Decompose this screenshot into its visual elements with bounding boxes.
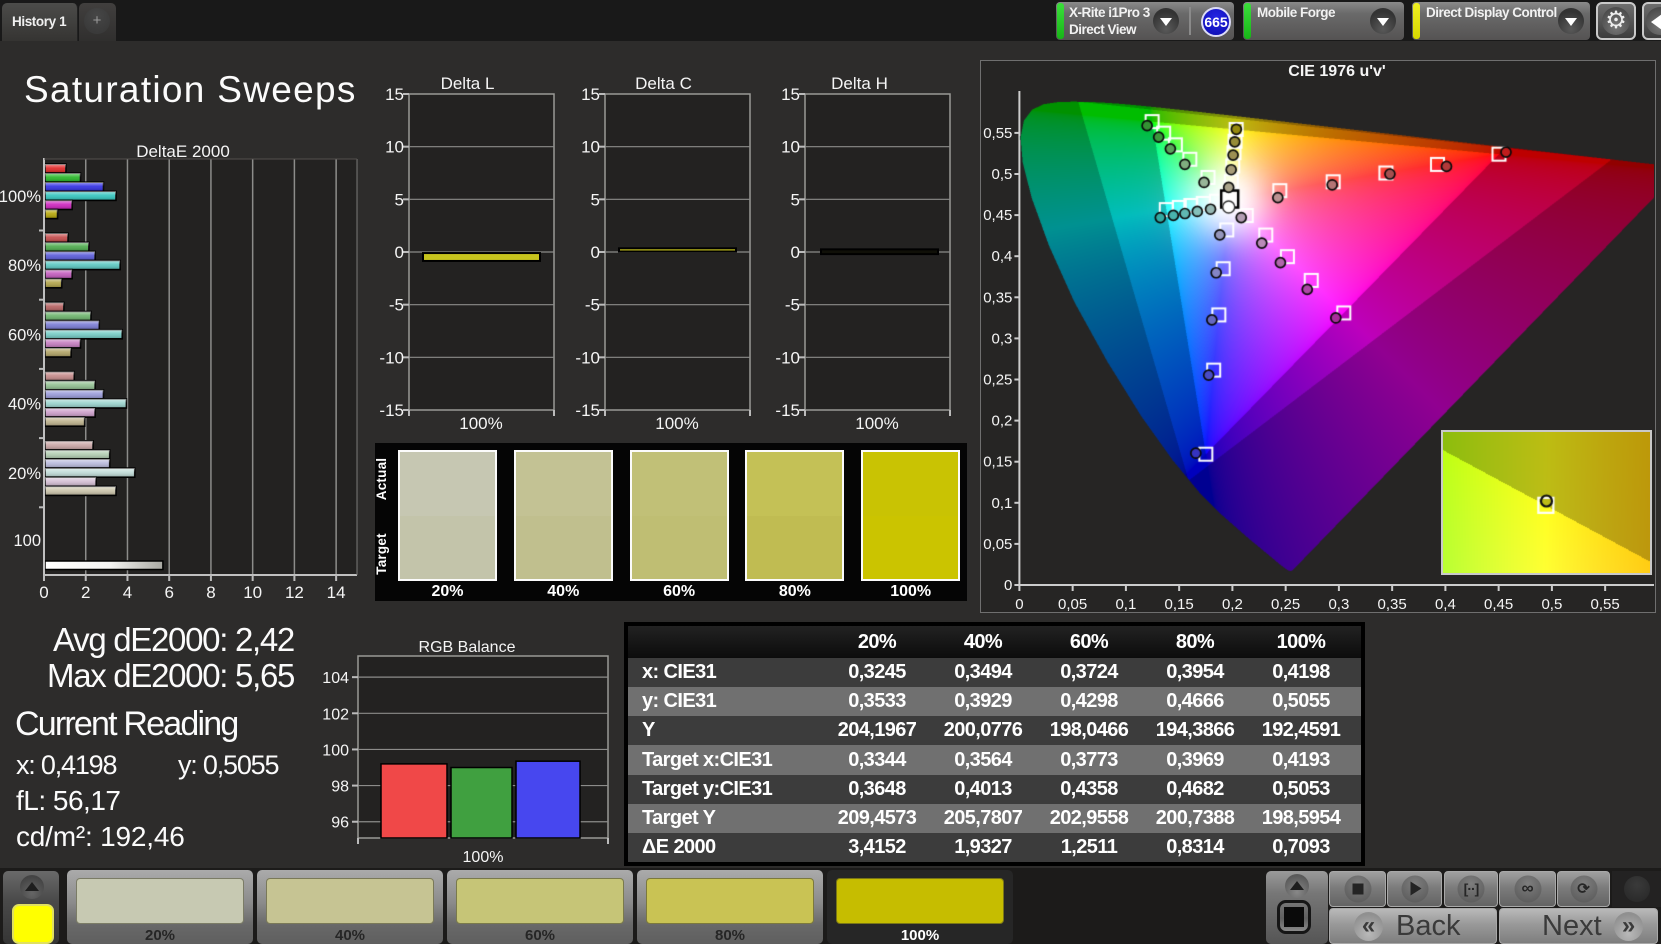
svg-text:40%: 40%: [8, 396, 41, 414]
svg-text:0,4: 0,4: [1435, 596, 1456, 613]
svg-text:0,55: 0,55: [1591, 596, 1620, 613]
svg-text:100%: 100%: [655, 414, 698, 433]
svg-text:8: 8: [206, 583, 215, 602]
svg-text:100%: 100%: [459, 414, 502, 433]
svg-text:100: 100: [13, 532, 41, 550]
svg-text:0: 0: [1015, 596, 1023, 613]
svg-text:0,2: 0,2: [992, 413, 1013, 430]
svg-text:0,35: 0,35: [983, 289, 1012, 306]
svg-text:0,45: 0,45: [1484, 596, 1513, 613]
svg-text:6: 6: [164, 583, 173, 602]
svg-text:0,3: 0,3: [992, 330, 1013, 347]
svg-text:10: 10: [581, 138, 600, 157]
svg-text:0,3: 0,3: [1328, 596, 1349, 613]
svg-text:-10: -10: [775, 348, 800, 367]
svg-text:10: 10: [243, 583, 262, 602]
svg-text:100%: 100%: [0, 188, 41, 206]
svg-text:-15: -15: [775, 401, 800, 420]
svg-text:2: 2: [81, 583, 90, 602]
svg-text:0,05: 0,05: [983, 536, 1012, 553]
svg-text:80%: 80%: [8, 257, 41, 275]
svg-text:0,45: 0,45: [983, 207, 1012, 224]
svg-text:20%: 20%: [8, 465, 41, 483]
svg-text:0: 0: [1004, 577, 1012, 594]
svg-text:96: 96: [331, 815, 349, 832]
svg-text:0,2: 0,2: [1222, 596, 1243, 613]
svg-text:0,35: 0,35: [1378, 596, 1407, 613]
svg-text:5: 5: [395, 190, 404, 209]
svg-text:10: 10: [781, 138, 800, 157]
svg-text:0,25: 0,25: [983, 372, 1012, 389]
svg-text:100: 100: [322, 742, 349, 759]
svg-text:0: 0: [39, 583, 48, 602]
svg-text:-10: -10: [575, 348, 600, 367]
svg-text:-10: -10: [380, 348, 404, 367]
svg-text:-5: -5: [585, 296, 600, 315]
svg-text:0,1: 0,1: [1115, 596, 1136, 613]
svg-text:14: 14: [327, 583, 346, 602]
svg-text:100%: 100%: [855, 414, 898, 433]
svg-text:0: 0: [591, 243, 600, 262]
svg-text:10: 10: [385, 138, 404, 157]
svg-text:0,25: 0,25: [1271, 596, 1300, 613]
svg-text:104: 104: [322, 670, 349, 687]
svg-text:0: 0: [791, 243, 800, 262]
svg-text:5: 5: [791, 190, 800, 209]
svg-text:4: 4: [123, 583, 132, 602]
svg-text:0,05: 0,05: [1058, 596, 1087, 613]
svg-text:-5: -5: [389, 296, 404, 315]
svg-text:12: 12: [285, 583, 304, 602]
svg-text:0: 0: [395, 243, 404, 262]
svg-text:0,15: 0,15: [983, 454, 1012, 471]
svg-text:5: 5: [591, 190, 600, 209]
svg-text:0,4: 0,4: [992, 248, 1013, 265]
svg-text:0,5: 0,5: [1541, 596, 1562, 613]
svg-text:100%: 100%: [463, 849, 504, 865]
svg-text:102: 102: [322, 706, 349, 723]
svg-text:-15: -15: [575, 401, 600, 420]
svg-text:60%: 60%: [8, 326, 41, 344]
svg-text:98: 98: [331, 779, 349, 796]
svg-text:0,55: 0,55: [983, 125, 1012, 142]
svg-text:-5: -5: [785, 296, 800, 315]
svg-text:0,1: 0,1: [992, 495, 1013, 512]
svg-text:0,5: 0,5: [992, 166, 1013, 183]
svg-text:0,15: 0,15: [1165, 596, 1194, 613]
svg-text:-15: -15: [380, 401, 404, 420]
